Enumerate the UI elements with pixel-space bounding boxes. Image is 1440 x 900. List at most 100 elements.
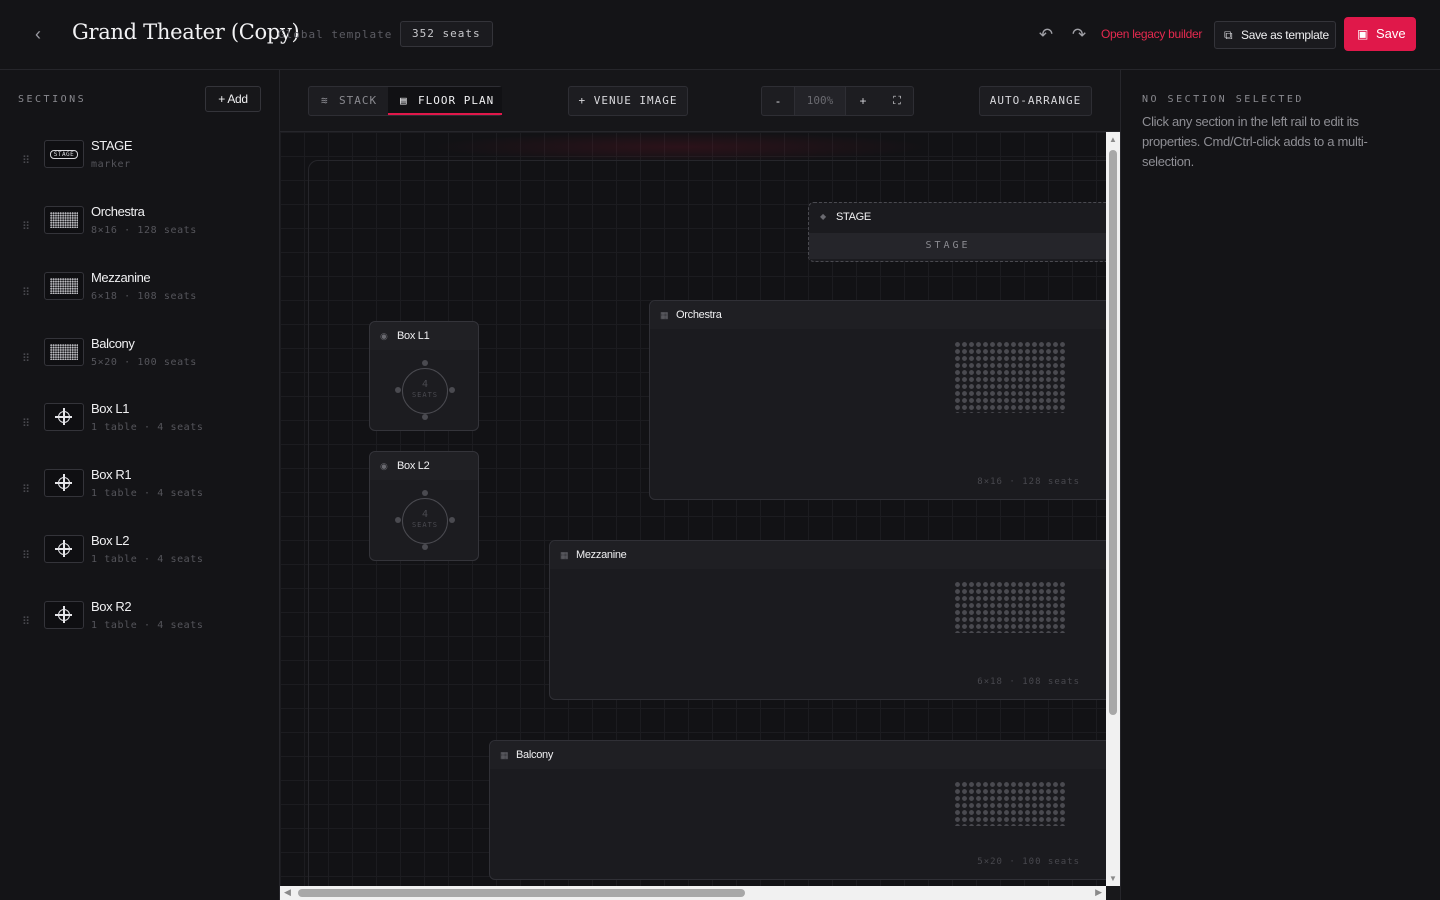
copy-icon: ⧉: [1224, 28, 1233, 42]
save-label: Save: [1376, 26, 1406, 41]
panel-heading: NO SECTION SELECTED: [1142, 94, 1304, 105]
chevron-left-icon[interactable]: ‹: [26, 22, 50, 46]
save-button[interactable]: ▣ Save: [1344, 17, 1416, 51]
drag-handle-icon[interactable]: ⠿: [22, 551, 32, 562]
section-meta: 1 table · 4 seats: [91, 620, 204, 631]
zoom-in-button[interactable]: +: [846, 87, 880, 115]
floppy-disk-icon: ▣: [1357, 27, 1369, 41]
drag-handle-icon[interactable]: ⠿: [22, 419, 32, 430]
section-title: Balcony: [516, 749, 554, 761]
drag-handle-icon[interactable]: ⠿: [22, 485, 32, 496]
drag-handle-icon[interactable]: ⠿: [22, 354, 32, 365]
drag-handle-icon[interactable]: ⠿: [22, 288, 32, 299]
sidebar-item-mezzanine[interactable]: ⠿ Mezzanine 6×18 · 108 seats: [0, 270, 279, 332]
sections-heading: SECTIONS: [18, 94, 87, 105]
box-title: Box L1: [397, 330, 430, 342]
table-icon: ◉: [380, 331, 388, 341]
section-block-mezzanine[interactable]: ▦ Mezzanine 6×18 · 108 seats: [549, 540, 1106, 700]
save-as-template-button[interactable]: ⧉ Save as template: [1214, 21, 1336, 49]
venue-image-button[interactable]: + VENUE IMAGE: [568, 86, 688, 116]
seat-grid: [954, 341, 1066, 413]
scroll-right-arrow-icon[interactable]: ▶: [1095, 887, 1102, 898]
floor-plan-label: FLOOR PLAN: [418, 94, 495, 107]
section-meta: 1 table · 4 seats: [91, 488, 204, 499]
chair: [449, 387, 455, 393]
section-meta: 1 table · 4 seats: [91, 554, 204, 565]
chair: [422, 490, 428, 496]
stage-block[interactable]: ◆ STAGE STAGE: [808, 202, 1106, 262]
section-meta: 5×20 · 100 seats: [91, 357, 197, 368]
sidebar-item-box-r2[interactable]: ⠿ Box R2 1 table · 4 seats: [0, 599, 279, 661]
stack-label: STACK: [339, 94, 378, 107]
table-icon: [44, 601, 84, 629]
zoom-controls: - 100% + ⛶: [761, 86, 914, 116]
box-block-l1[interactable]: ◉ Box L1 4 SEATS: [369, 321, 479, 431]
section-name: Balcony: [91, 336, 135, 351]
open-legacy-builder-link[interactable]: Open legacy builder: [1101, 27, 1202, 41]
redo-icon[interactable]: ↷: [1069, 24, 1089, 46]
drag-handle-icon[interactable]: ⠿: [22, 617, 32, 628]
zoom-out-button[interactable]: -: [762, 87, 794, 115]
round-table: 4 SEATS: [402, 498, 448, 544]
fullscreen-icon[interactable]: ⛶: [880, 87, 914, 115]
sidebar-item-box-r1[interactable]: ⠿ Box R1 1 table · 4 seats: [0, 467, 279, 529]
undo-icon[interactable]: ↶: [1036, 24, 1056, 46]
section-name: Box L1: [91, 401, 130, 416]
diamond-icon: ◆: [820, 212, 826, 221]
section-footer: 8×16 · 128 seats: [977, 477, 1080, 487]
grid-icon: ▦: [660, 310, 669, 320]
section-meta: marker: [91, 159, 131, 170]
add-section-button[interactable]: + Add: [205, 86, 261, 112]
seat-grid-icon: [44, 272, 84, 300]
section-block-balcony[interactable]: ▦ Balcony 5×20 · 100 seats: [489, 740, 1106, 880]
section-name: Box R2: [91, 599, 132, 614]
chair: [422, 360, 428, 366]
table-icon: [44, 403, 84, 431]
section-block-orchestra[interactable]: ▦ Orchestra 8×16 · 128 seats: [649, 300, 1106, 500]
canvas-toolbar: ≋ STACK ▤ FLOOR PLAN + VENUE IMAGE - 100…: [280, 70, 1120, 132]
drag-handle-icon[interactable]: ⠿: [22, 222, 32, 233]
seat-count-badge: 352 seats: [400, 21, 493, 47]
properties-panel: NO SECTION SELECTED Click any section in…: [1120, 70, 1440, 900]
drag-handle-icon[interactable]: ⠿: [22, 156, 32, 167]
sidebar-item-balcony[interactable]: ⠿ Balcony 5×20 · 100 seats: [0, 336, 279, 398]
vertical-scroll-thumb[interactable]: [1109, 150, 1117, 715]
round-table: 4 SEATS: [402, 368, 448, 414]
grid-icon: ▦: [500, 750, 509, 760]
section-name: STAGE: [91, 138, 133, 153]
floor-plan-canvas[interactable]: ◆ STAGE STAGE ▦ Orchestra 8×16 · 128 sea…: [280, 132, 1106, 886]
chair: [395, 387, 401, 393]
sidebar-item-box-l2[interactable]: ⠿ Box L2 1 table · 4 seats: [0, 533, 279, 595]
section-name: Orchestra: [91, 204, 145, 219]
panel-hint: Click any section in the left rail to ed…: [1142, 114, 1368, 169]
section-name: Box R1: [91, 467, 132, 482]
page-title: Grand Theater (Copy): [72, 20, 300, 44]
scroll-down-arrow-icon[interactable]: ▼: [1109, 874, 1117, 883]
add-label: Add: [227, 92, 248, 106]
sections-sidebar: SECTIONS + Add ⠿ STAGE STAGE marker ⠿ Or…: [0, 70, 280, 900]
tab-stack[interactable]: ≋ STACK: [309, 87, 387, 115]
horizontal-scroll-thumb[interactable]: [298, 889, 745, 897]
stage-bar: STAGE: [809, 233, 1106, 259]
vertical-scrollbar[interactable]: ▲ ▼: [1106, 132, 1120, 886]
section-title: Orchestra: [676, 309, 722, 321]
plus-icon: +: [218, 92, 228, 106]
sidebar-item-stage[interactable]: ⠿ STAGE STAGE marker: [0, 138, 279, 200]
stage-marker-icon: STAGE: [44, 140, 84, 168]
scroll-up-arrow-icon[interactable]: ▲: [1109, 135, 1117, 144]
chair: [422, 414, 428, 420]
horizontal-scrollbar[interactable]: ◀ ▶: [280, 886, 1106, 900]
box-block-l2[interactable]: ◉ Box L2 4 SEATS: [369, 451, 479, 561]
seat-grid: [954, 581, 1066, 633]
seat-grid-icon: [44, 206, 84, 234]
scroll-left-arrow-icon[interactable]: ◀: [284, 887, 291, 898]
tab-floor-plan[interactable]: ▤ FLOOR PLAN: [388, 87, 502, 115]
view-mode-toggle: ≋ STACK ▤ FLOOR PLAN: [308, 86, 502, 116]
chair: [395, 517, 401, 523]
section-meta: 6×18 · 108 seats: [91, 291, 197, 302]
layers-icon: ≋: [321, 94, 329, 107]
sidebar-item-box-l1[interactable]: ⠿ Box L1 1 table · 4 seats: [0, 401, 279, 463]
auto-arrange-button[interactable]: AUTO-ARRANGE: [979, 86, 1092, 116]
section-title: Mezzanine: [576, 549, 627, 561]
sidebar-item-orchestra[interactable]: ⠿ Orchestra 8×16 · 128 seats: [0, 204, 279, 266]
